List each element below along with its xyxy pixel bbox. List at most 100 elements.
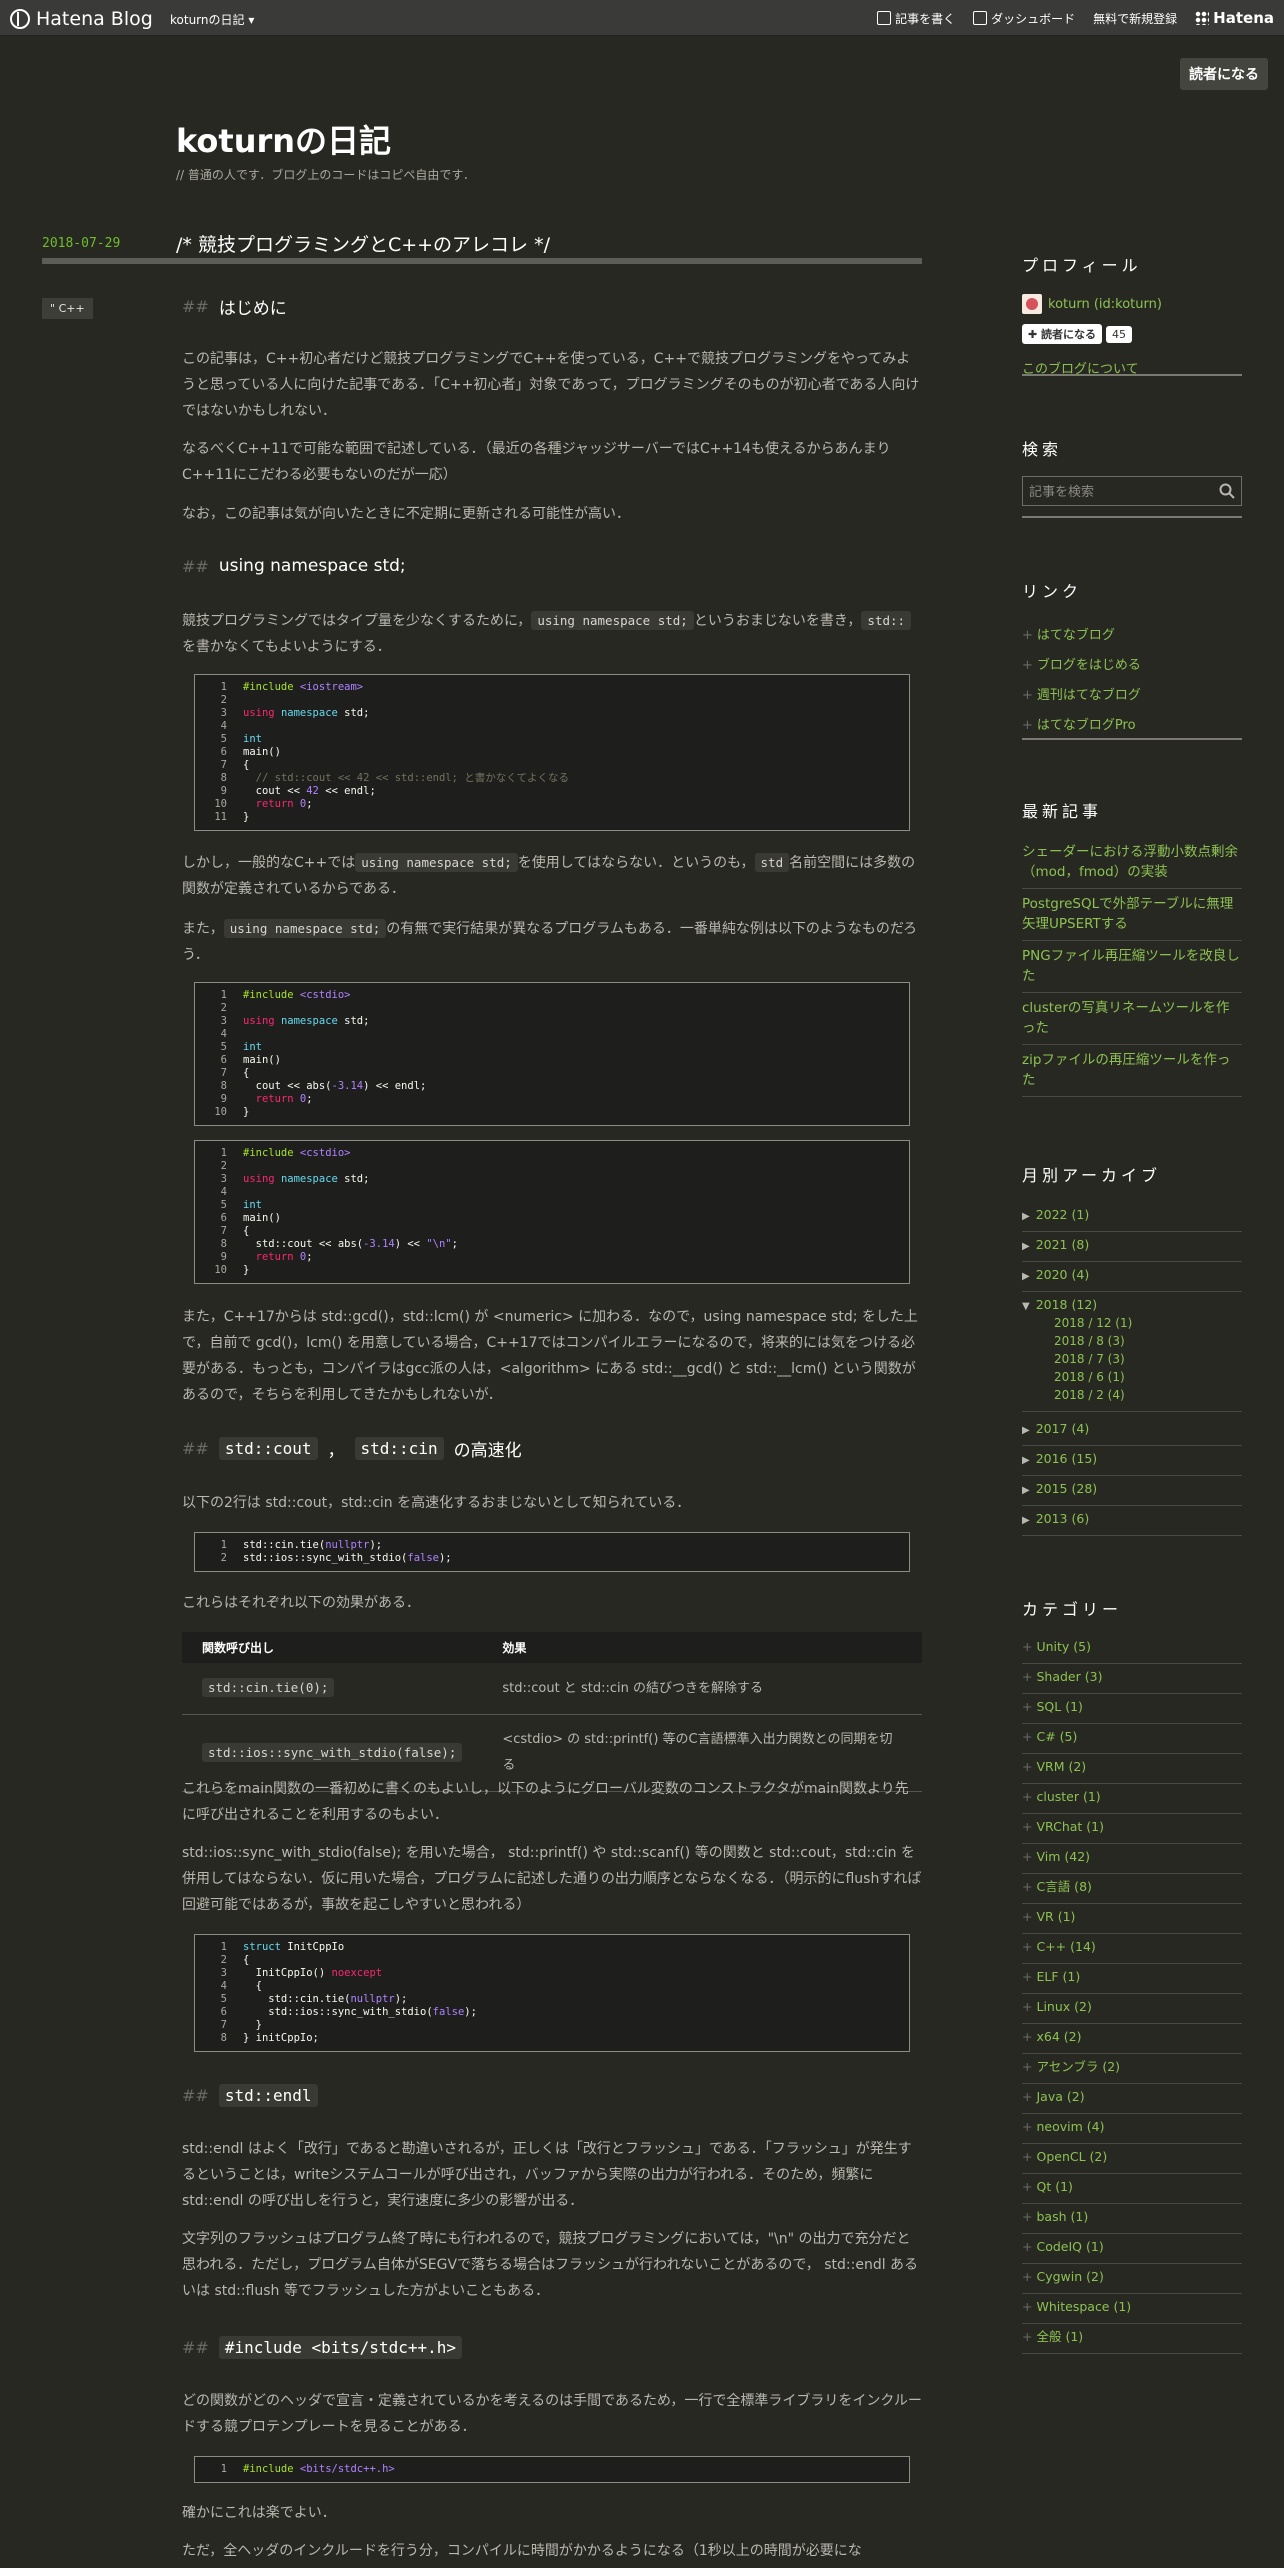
- sidebar-heading-profile: プロフィール: [1022, 256, 1142, 275]
- bits-paragraph-3: ただ，全ヘッダのインクルードを行う分，コンパイルに時間がかかるようになる（1秒以…: [182, 2543, 862, 2559]
- signup-link[interactable]: 無料で新規登録: [1093, 10, 1177, 27]
- category-link[interactable]: + SQL (1): [1022, 1694, 1242, 1724]
- category-link[interactable]: + VRM (2): [1022, 1754, 1242, 1784]
- avatar: [1022, 294, 1042, 314]
- namespace-paragraph-4: また，C++17からは std::gcd()，std::lcm() が <num…: [182, 1309, 918, 1403]
- intro-paragraph-3: なお，この記事は気が向いたときに不定期に更新される可能性が高い．: [182, 506, 630, 522]
- recent-article-link[interactable]: zipファイルの再圧縮ツールを作った: [1022, 1050, 1242, 1097]
- category-link[interactable]: + Java (2): [1022, 2084, 1242, 2114]
- bits-paragraph-1: どの関数がどのヘッダで宣言・定義されているかを考えるのは手間であるため，一行で全…: [182, 2393, 922, 2435]
- category-link[interactable]: + Whitespace (1): [1022, 2294, 1242, 2324]
- category-link[interactable]: + C# (5): [1022, 1724, 1242, 1754]
- expand-arrow-icon: ▶: [1022, 1271, 1030, 1282]
- archive-month[interactable]: 2018 / 8 (3): [1054, 1334, 1125, 1348]
- subscribe-button[interactable]: 読者になる: [1180, 58, 1268, 90]
- post-title[interactable]: /* 競技プログラミングとC++のアレコレ */: [176, 230, 550, 257]
- section-heading-cout: ## std::cout， std::cin の高速化: [182, 1437, 522, 1461]
- table-row: std::cin.tie(0); std::cout と std::cin の結…: [182, 1663, 922, 1715]
- archive-year[interactable]: ▶ 2013 (6): [1022, 1506, 1242, 1536]
- table-header: 関数呼び出し: [182, 1632, 483, 1663]
- sidebar-divider: [1022, 516, 1242, 518]
- archive-year[interactable]: ▶ 2015 (28): [1022, 1476, 1242, 1506]
- recent-article-link[interactable]: PostgreSQLで外部テーブルに無理矢理UPSERTする: [1022, 894, 1242, 941]
- category-link[interactable]: + OpenCL (2): [1022, 2144, 1242, 2174]
- category-link[interactable]: + Qt (1): [1022, 2174, 1242, 2204]
- endl-paragraph-2: 文字列のフラッシュはプログラム終了時にも行われるので，競技プログラミングにおいて…: [182, 2231, 919, 2299]
- hatena-menu[interactable]: Hatena: [1195, 9, 1274, 27]
- hatena-dots-icon: [1195, 11, 1210, 25]
- archive-month[interactable]: 2018 / 12 (1): [1054, 1316, 1132, 1330]
- bits-paragraph-2: 確かにこれは楽でよい．: [182, 2505, 336, 2521]
- category-link[interactable]: + Vim (42): [1022, 1844, 1242, 1874]
- expand-arrow-icon: ▶: [1022, 1425, 1030, 1436]
- effects-table: 関数呼び出し 効果 std::cin.tie(0); std::cout と st…: [182, 1632, 922, 1792]
- sidebar-divider: [1022, 738, 1242, 740]
- dashboard-link[interactable]: ダッシュボード: [973, 10, 1075, 27]
- archive-month[interactable]: 2018 / 6 (1): [1054, 1370, 1125, 1384]
- category-link[interactable]: + VRChat (1): [1022, 1814, 1242, 1844]
- archive-year[interactable]: ▶ 2017 (4): [1022, 1416, 1242, 1446]
- sidebar-link[interactable]: + はてなブログ: [1022, 624, 1115, 643]
- category-link[interactable]: + C++ (14): [1022, 1934, 1242, 1964]
- category-link[interactable]: + neovim (4): [1022, 2114, 1242, 2144]
- category-link[interactable]: + cluster (1): [1022, 1784, 1242, 1814]
- expand-arrow-icon: ▶: [1022, 1241, 1030, 1252]
- dashboard-icon: [973, 11, 988, 25]
- category-link[interactable]: + Shader (3): [1022, 1664, 1242, 1694]
- category-link[interactable]: + アセンブラ (2): [1022, 2054, 1242, 2084]
- code-block-4: 1 std::cin.tie(nullptr); 2 std::ios::sync_…: [194, 1532, 910, 1572]
- profile-link[interactable]: koturn (id:koturn): [1022, 294, 1162, 314]
- category-link[interactable]: + 全般 (1): [1022, 2324, 1242, 2354]
- archive-year[interactable]: ▶ 2021 (8): [1022, 1232, 1242, 1262]
- section-heading-intro: ## はじめに: [182, 297, 287, 319]
- sidebar-link[interactable]: + はてなブログPro: [1022, 714, 1136, 733]
- category-link[interactable]: + Unity (5): [1022, 1634, 1242, 1664]
- code-block-1: 1 #include <iostream> 2 3 using namespace …: [194, 674, 910, 831]
- reader-count: 45: [1106, 325, 1133, 343]
- write-article-link[interactable]: 記事を書く: [877, 10, 955, 27]
- search-icon[interactable]: [1219, 483, 1235, 499]
- category-link[interactable]: + ELF (1): [1022, 1964, 1242, 1994]
- recent-article-link[interactable]: シェーダーにおける浮動小数点剰余（mod，fmod）の実装: [1022, 842, 1242, 889]
- blog-description: // 普通の人です．ブログ上のコードはコピペ自由です．: [176, 168, 475, 182]
- sidebar-link[interactable]: + ブログをはじめる: [1022, 654, 1141, 673]
- post-date[interactable]: 2018-07-29: [42, 236, 120, 251]
- category-link[interactable]: + C言語 (8): [1022, 1874, 1242, 1904]
- category-link[interactable]: + CodeIQ (1): [1022, 2234, 1242, 2264]
- reader-subscribe-button[interactable]: ✚ 読者になる 45: [1022, 324, 1133, 344]
- category-link[interactable]: + x64 (2): [1022, 2024, 1242, 2054]
- archive-month[interactable]: 2018 / 2 (4): [1054, 1388, 1125, 1402]
- category-link[interactable]: + Linux (2): [1022, 1994, 1242, 2024]
- endl-paragraph-1: std::endl はよく「改行」であると勘違いされるが，正しくは「改行とフラッ…: [182, 2141, 912, 2209]
- sidebar-heading-recent: 最新記事: [1022, 802, 1103, 821]
- search-input[interactable]: [1023, 477, 1203, 505]
- sidebar-link[interactable]: + 週刊はてなブログ: [1022, 684, 1141, 703]
- archive-month[interactable]: 2018 / 7 (3): [1054, 1352, 1125, 1366]
- archive-year[interactable]: ▶ 2016 (15): [1022, 1446, 1242, 1476]
- recent-article-link[interactable]: PNGファイル再圧縮ツールを改良した: [1022, 946, 1242, 993]
- archive-year[interactable]: ▶ 2022 (1): [1022, 1202, 1242, 1232]
- blog-title[interactable]: koturnの日記: [176, 116, 391, 162]
- sidebar-divider: [1022, 374, 1242, 376]
- blog-menu-dropdown[interactable]: koturnの日記 ▾: [170, 11, 254, 28]
- archive-year[interactable]: ▶ 2020 (4): [1022, 1262, 1242, 1292]
- code-block-5: 1 struct InitCppIo 2{ 3 InitCppIo() noexc…: [194, 1934, 910, 2052]
- code-block-6: 1 #include <bits/stdc++.h>: [194, 2456, 910, 2483]
- category-link[interactable]: + bash (1): [1022, 2204, 1242, 2234]
- namespace-paragraph-1: 競技プログラミングではタイプ量を少なくするために， using namespace…: [182, 608, 922, 660]
- category-link[interactable]: + VR (1): [1022, 1904, 1242, 1934]
- cout-paragraph-1: 以下の2行は std::cout，std::cin を高速化するおまじないとして…: [182, 1495, 691, 1511]
- category-link[interactable]: + Cygwin (2): [1022, 2264, 1242, 2294]
- title-divider: [42, 258, 922, 264]
- pencil-icon: [877, 11, 892, 25]
- cout-paragraph-3: これらをmain関数の一番初めに書くのもよいし，以下のようにグローバル変数のコン…: [182, 1781, 909, 1823]
- recent-article-link[interactable]: clusterの写真リネームツールを作った: [1022, 998, 1242, 1045]
- category-tag[interactable]: " C++: [42, 298, 93, 319]
- expand-arrow-icon: ▶: [1022, 1455, 1030, 1466]
- namespace-paragraph-2: しかし，一般的なC++では using namespace std; を使用してはな…: [182, 853, 916, 897]
- cout-paragraph-2: これらはそれぞれ以下の効果がある．: [182, 1595, 420, 1611]
- sidebar-heading-links: リンク: [1022, 582, 1083, 601]
- section-heading-bits: ## #include <bits/stdc++.h>: [182, 2336, 462, 2359]
- sidebar-heading-archive: 月別アーカイブ: [1022, 1166, 1162, 1185]
- hatena-blog-logo[interactable]: Hatena Blog: [10, 8, 153, 30]
